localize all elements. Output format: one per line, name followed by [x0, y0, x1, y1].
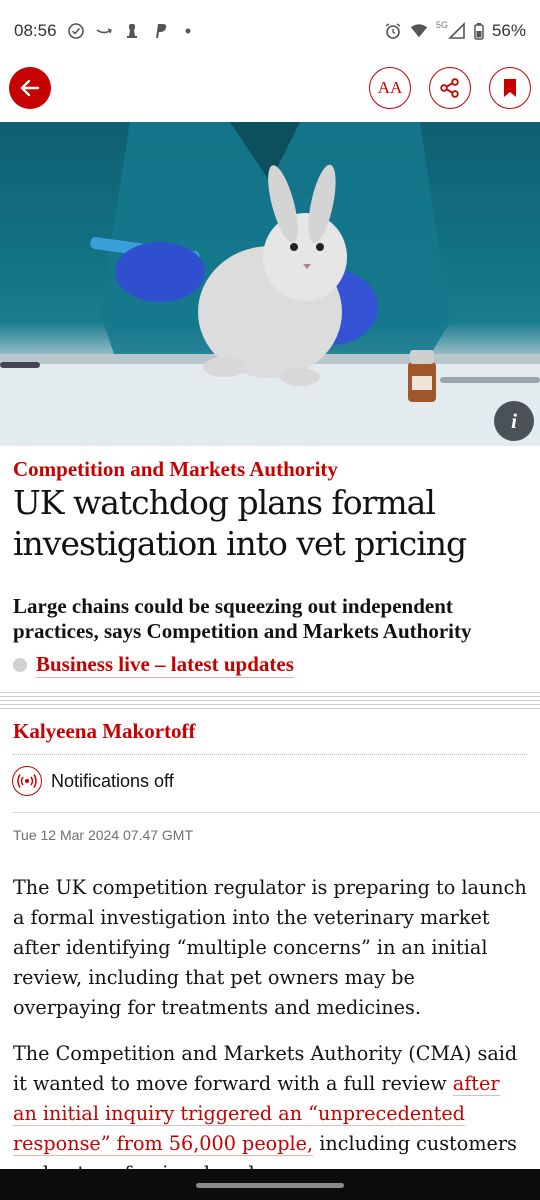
- meta-divider: [13, 812, 540, 813]
- gesture-handle[interactable]: [196, 1183, 344, 1188]
- article-kicker[interactable]: Competition and Markets Authority: [13, 457, 338, 482]
- dotted-divider: [13, 754, 527, 755]
- article-standfirst: Large chains could be squeezing out inde…: [13, 594, 472, 643]
- system-nav-bar: [0, 1169, 540, 1200]
- hero-image[interactable]: i: [0, 122, 540, 446]
- chess-piece-icon: [123, 22, 141, 40]
- live-dot-icon: [13, 658, 27, 672]
- article-dateline: Tue 12 Mar 2024 07.47 GMT: [13, 827, 194, 843]
- network-type: 5G: [435, 20, 448, 30]
- share-icon: [440, 78, 459, 98]
- article-toolbar: AA: [0, 62, 540, 122]
- wifi-icon: [410, 22, 428, 40]
- article-headline: UK watchdog plans formal investigation i…: [13, 483, 467, 563]
- share-button[interactable]: [429, 67, 471, 109]
- battery-icon: [474, 22, 484, 40]
- status-right: 5G 56%: [384, 20, 526, 41]
- signal-icon: [448, 22, 466, 40]
- amazon-smile-icon: [95, 22, 113, 40]
- paypal-icon: [151, 22, 169, 40]
- text-size-icon: AA: [377, 78, 403, 97]
- status-time: 08:56: [14, 21, 57, 40]
- paragraph-2-start: The Competition and Markets Authority (C…: [13, 1042, 518, 1095]
- body-paragraph-1: The UK competition regulator is preparin…: [13, 876, 527, 1019]
- author-byline[interactable]: Kalyeena Makortoff: [13, 719, 196, 744]
- notifications-toggle[interactable]: Notifications off: [12, 766, 174, 796]
- alarm-icon: [384, 22, 402, 40]
- bookmark-icon: [504, 79, 516, 97]
- notifications-label: Notifications off: [51, 770, 174, 791]
- back-arrow-icon: [20, 79, 40, 97]
- live-updates-link[interactable]: Business live – latest updates: [36, 652, 294, 678]
- rabbit-vet-illustration: [0, 122, 540, 446]
- battery-level: 56%: [491, 21, 526, 40]
- status-left: 08:56: [14, 21, 197, 41]
- section-divider: [0, 692, 540, 709]
- back-button[interactable]: [9, 67, 51, 109]
- text-size-button[interactable]: AA: [369, 67, 411, 109]
- notification-dot-icon: [179, 22, 197, 40]
- live-updates-row[interactable]: Business live – latest updates: [13, 652, 294, 678]
- info-icon: i: [511, 408, 517, 433]
- check-circle-icon: [67, 22, 85, 40]
- image-info-button[interactable]: i: [494, 401, 534, 441]
- status-bar: 08:56 5G 56%: [0, 0, 540, 62]
- bookmark-button[interactable]: [489, 67, 531, 109]
- body-paragraph-2: The Competition and Markets Authority (C…: [13, 1039, 528, 1189]
- broadcast-icon: [12, 766, 42, 796]
